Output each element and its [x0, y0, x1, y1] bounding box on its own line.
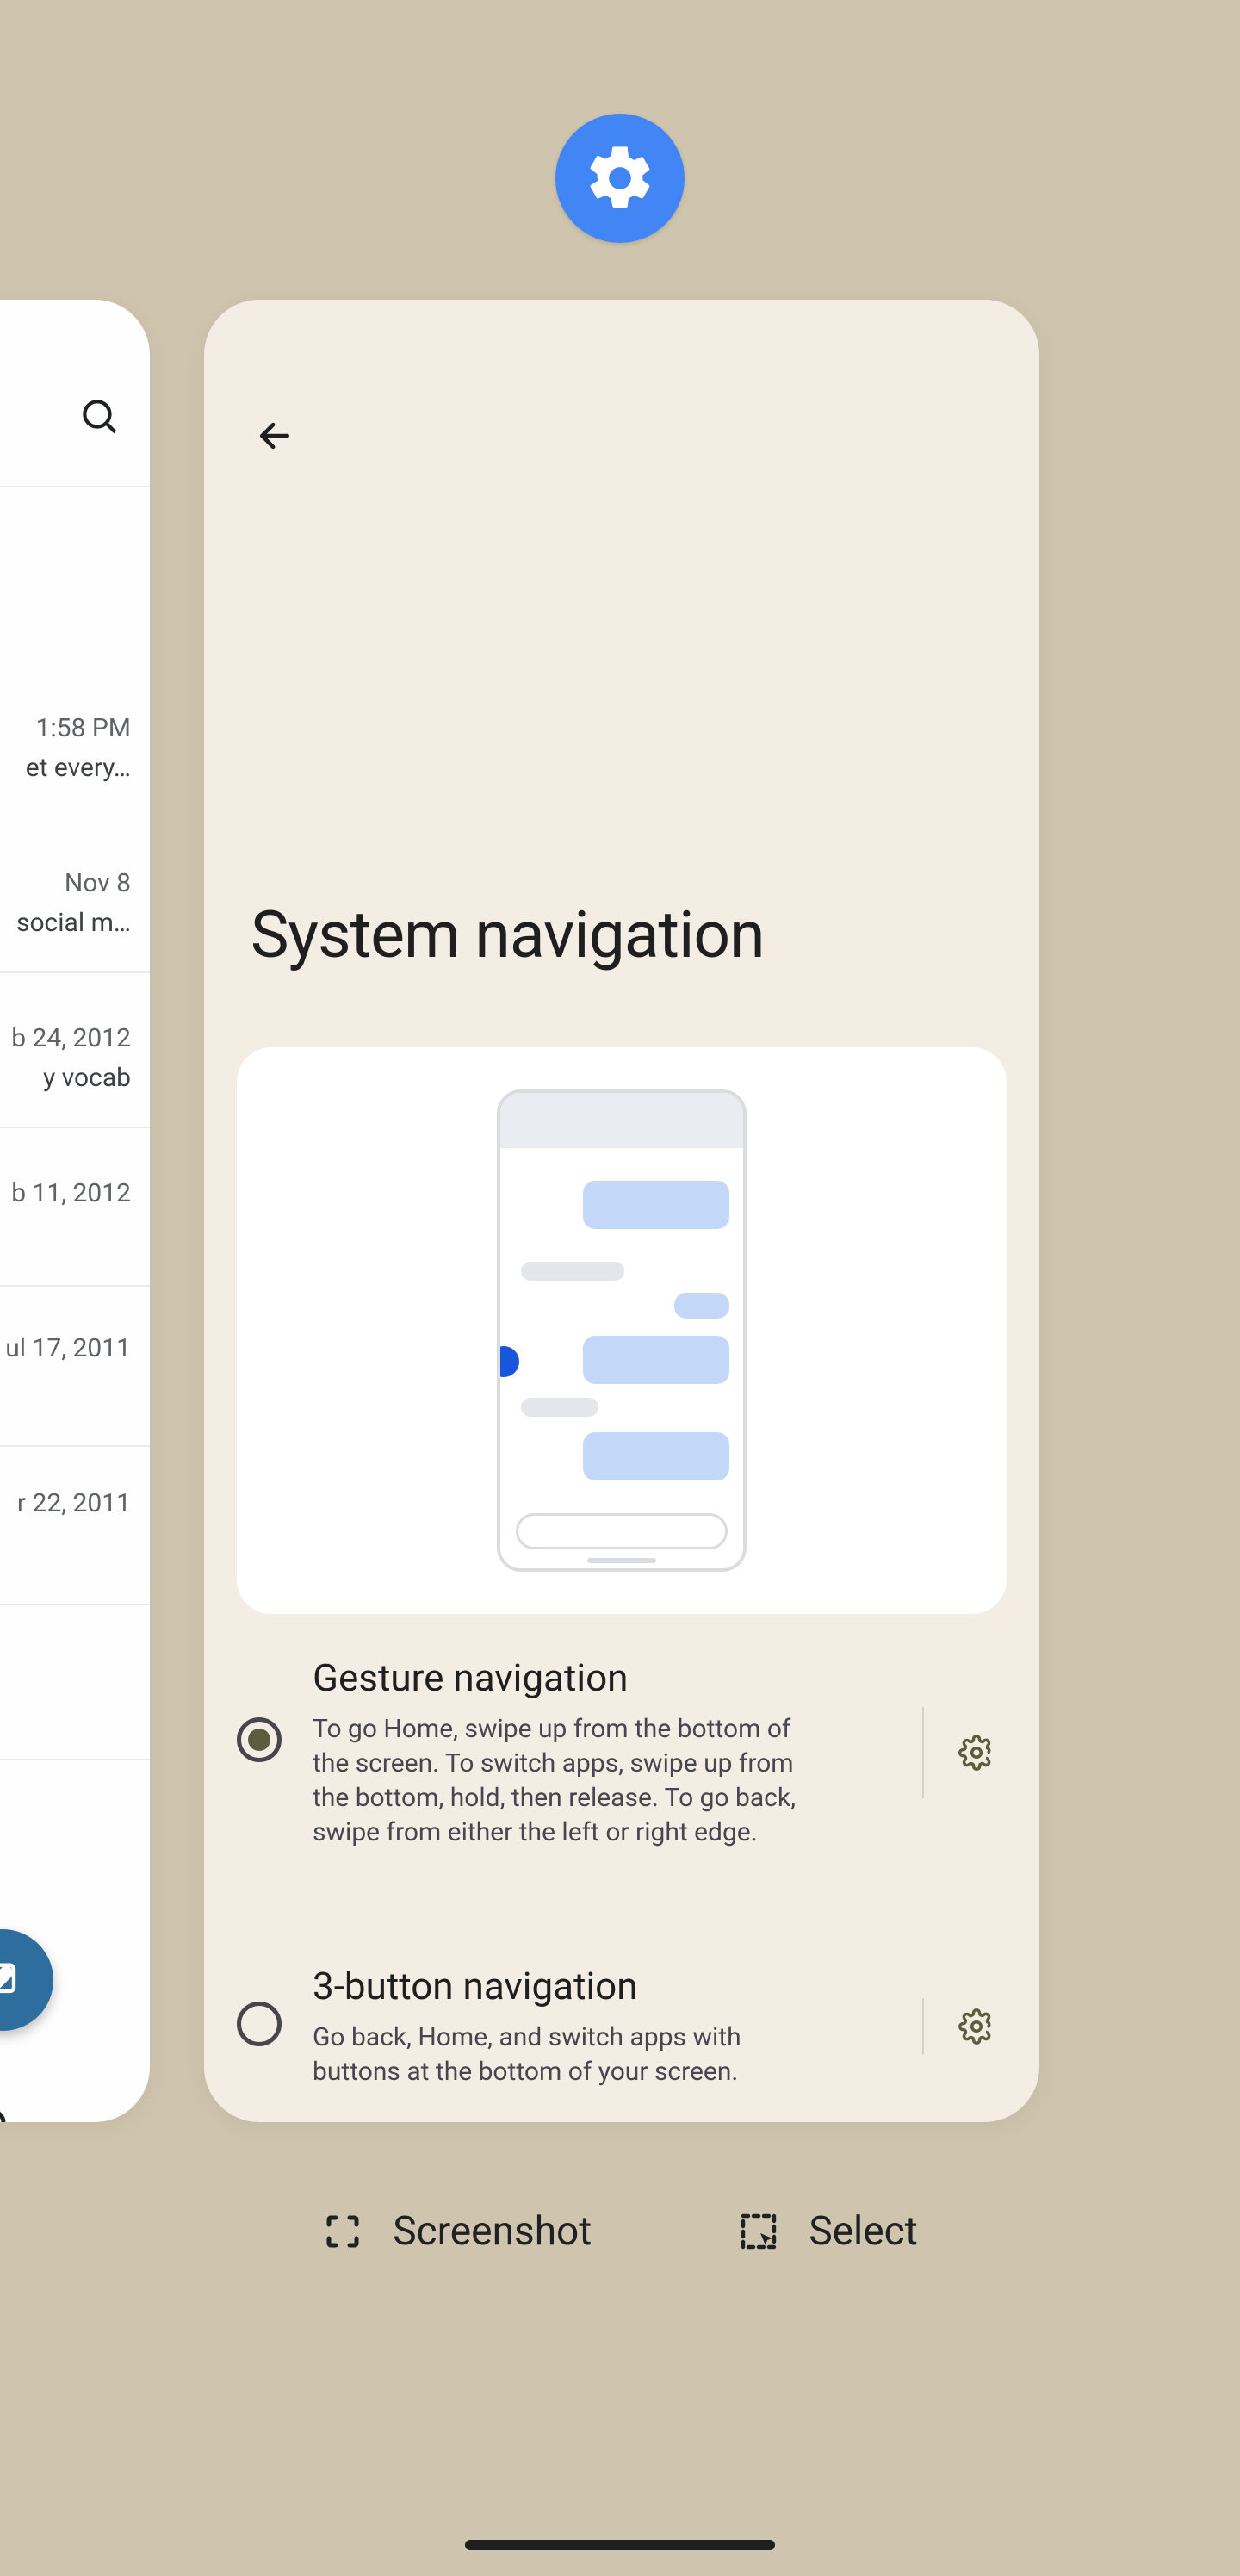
- option-text: 3-button navigation Go back, Home, and s…: [313, 1964, 917, 2089]
- gear-icon: [958, 2008, 995, 2045]
- option-gesture-navigation[interactable]: Gesture navigation To go Home, swipe up …: [237, 1655, 1007, 1850]
- list-item-meta: r 22, 2011: [17, 1488, 131, 1518]
- divider: [0, 971, 150, 973]
- divider: [0, 1285, 150, 1287]
- list-item-meta: Nov 8: [65, 868, 131, 898]
- gesture-settings-button[interactable]: [946, 1723, 1007, 1783]
- recents-card-previous-app[interactable]: 1:58 PM et every… Nov 8 social m… b 24, …: [0, 300, 150, 2122]
- divider: [0, 1127, 150, 1128]
- option-3-button-navigation[interactable]: 3-button navigation Go back, Home, and s…: [237, 1964, 1007, 2089]
- arrow-left-icon: [256, 417, 294, 455]
- screenshot-label: Screenshot: [393, 2208, 592, 2255]
- divider: [0, 1759, 150, 1760]
- settings-app-icon[interactable]: [555, 114, 685, 243]
- list-item-snippet: y vocab: [43, 1063, 131, 1093]
- gear-icon: [958, 1735, 995, 1771]
- divider: [0, 1604, 150, 1605]
- divider: [922, 1707, 924, 1798]
- select-label: Select: [809, 2208, 917, 2255]
- divider: [0, 1445, 150, 1447]
- back-button[interactable]: [249, 410, 301, 462]
- compose-icon: [0, 1958, 25, 2002]
- 3-button-settings-button[interactable]: [946, 1996, 1007, 2057]
- option-description: To go Home, swipe up from the bottom of …: [313, 1712, 821, 1850]
- gear-icon: [582, 140, 658, 216]
- radio-3-button-navigation[interactable]: [237, 2002, 282, 2046]
- phone-illustration: [497, 1089, 747, 1572]
- search-icon: [78, 394, 121, 438]
- recents-actions: Screenshot Select: [0, 2208, 1240, 2255]
- option-text: Gesture navigation To go Home, swipe up …: [313, 1655, 917, 1850]
- page-title: System navigation: [251, 897, 765, 973]
- navigation-illustration: [237, 1047, 1007, 1614]
- list-item-snippet: et every…: [26, 753, 131, 783]
- divider: [922, 1998, 924, 2055]
- option-title: 3-button navigation: [313, 1964, 896, 2008]
- select-button[interactable]: Select: [738, 2208, 917, 2255]
- divider: [0, 486, 150, 487]
- compose-fab[interactable]: [0, 1929, 53, 2031]
- list-item-meta: b 24, 2012: [11, 1023, 131, 1053]
- radio-gesture-navigation[interactable]: [237, 1717, 282, 1762]
- person-icon: [0, 2077, 12, 2122]
- screenshot-icon: [322, 2211, 363, 2252]
- select-icon: [738, 2211, 779, 2252]
- gesture-navigation-bar[interactable]: [465, 2540, 775, 2550]
- list-item-meta: b 11, 2012: [11, 1178, 131, 1208]
- screenshot-button[interactable]: Screenshot: [322, 2208, 592, 2255]
- option-title: Gesture navigation: [313, 1655, 896, 1700]
- list-item-meta: ul 17, 2011: [5, 1333, 131, 1363]
- option-description: Go back, Home, and switch apps with butt…: [313, 2020, 821, 2089]
- recents-card-settings[interactable]: System navigation Gesture navigation To …: [204, 300, 1039, 2122]
- list-item-meta: 1:58 PM: [36, 713, 131, 743]
- list-item-snippet: social m…: [16, 908, 131, 938]
